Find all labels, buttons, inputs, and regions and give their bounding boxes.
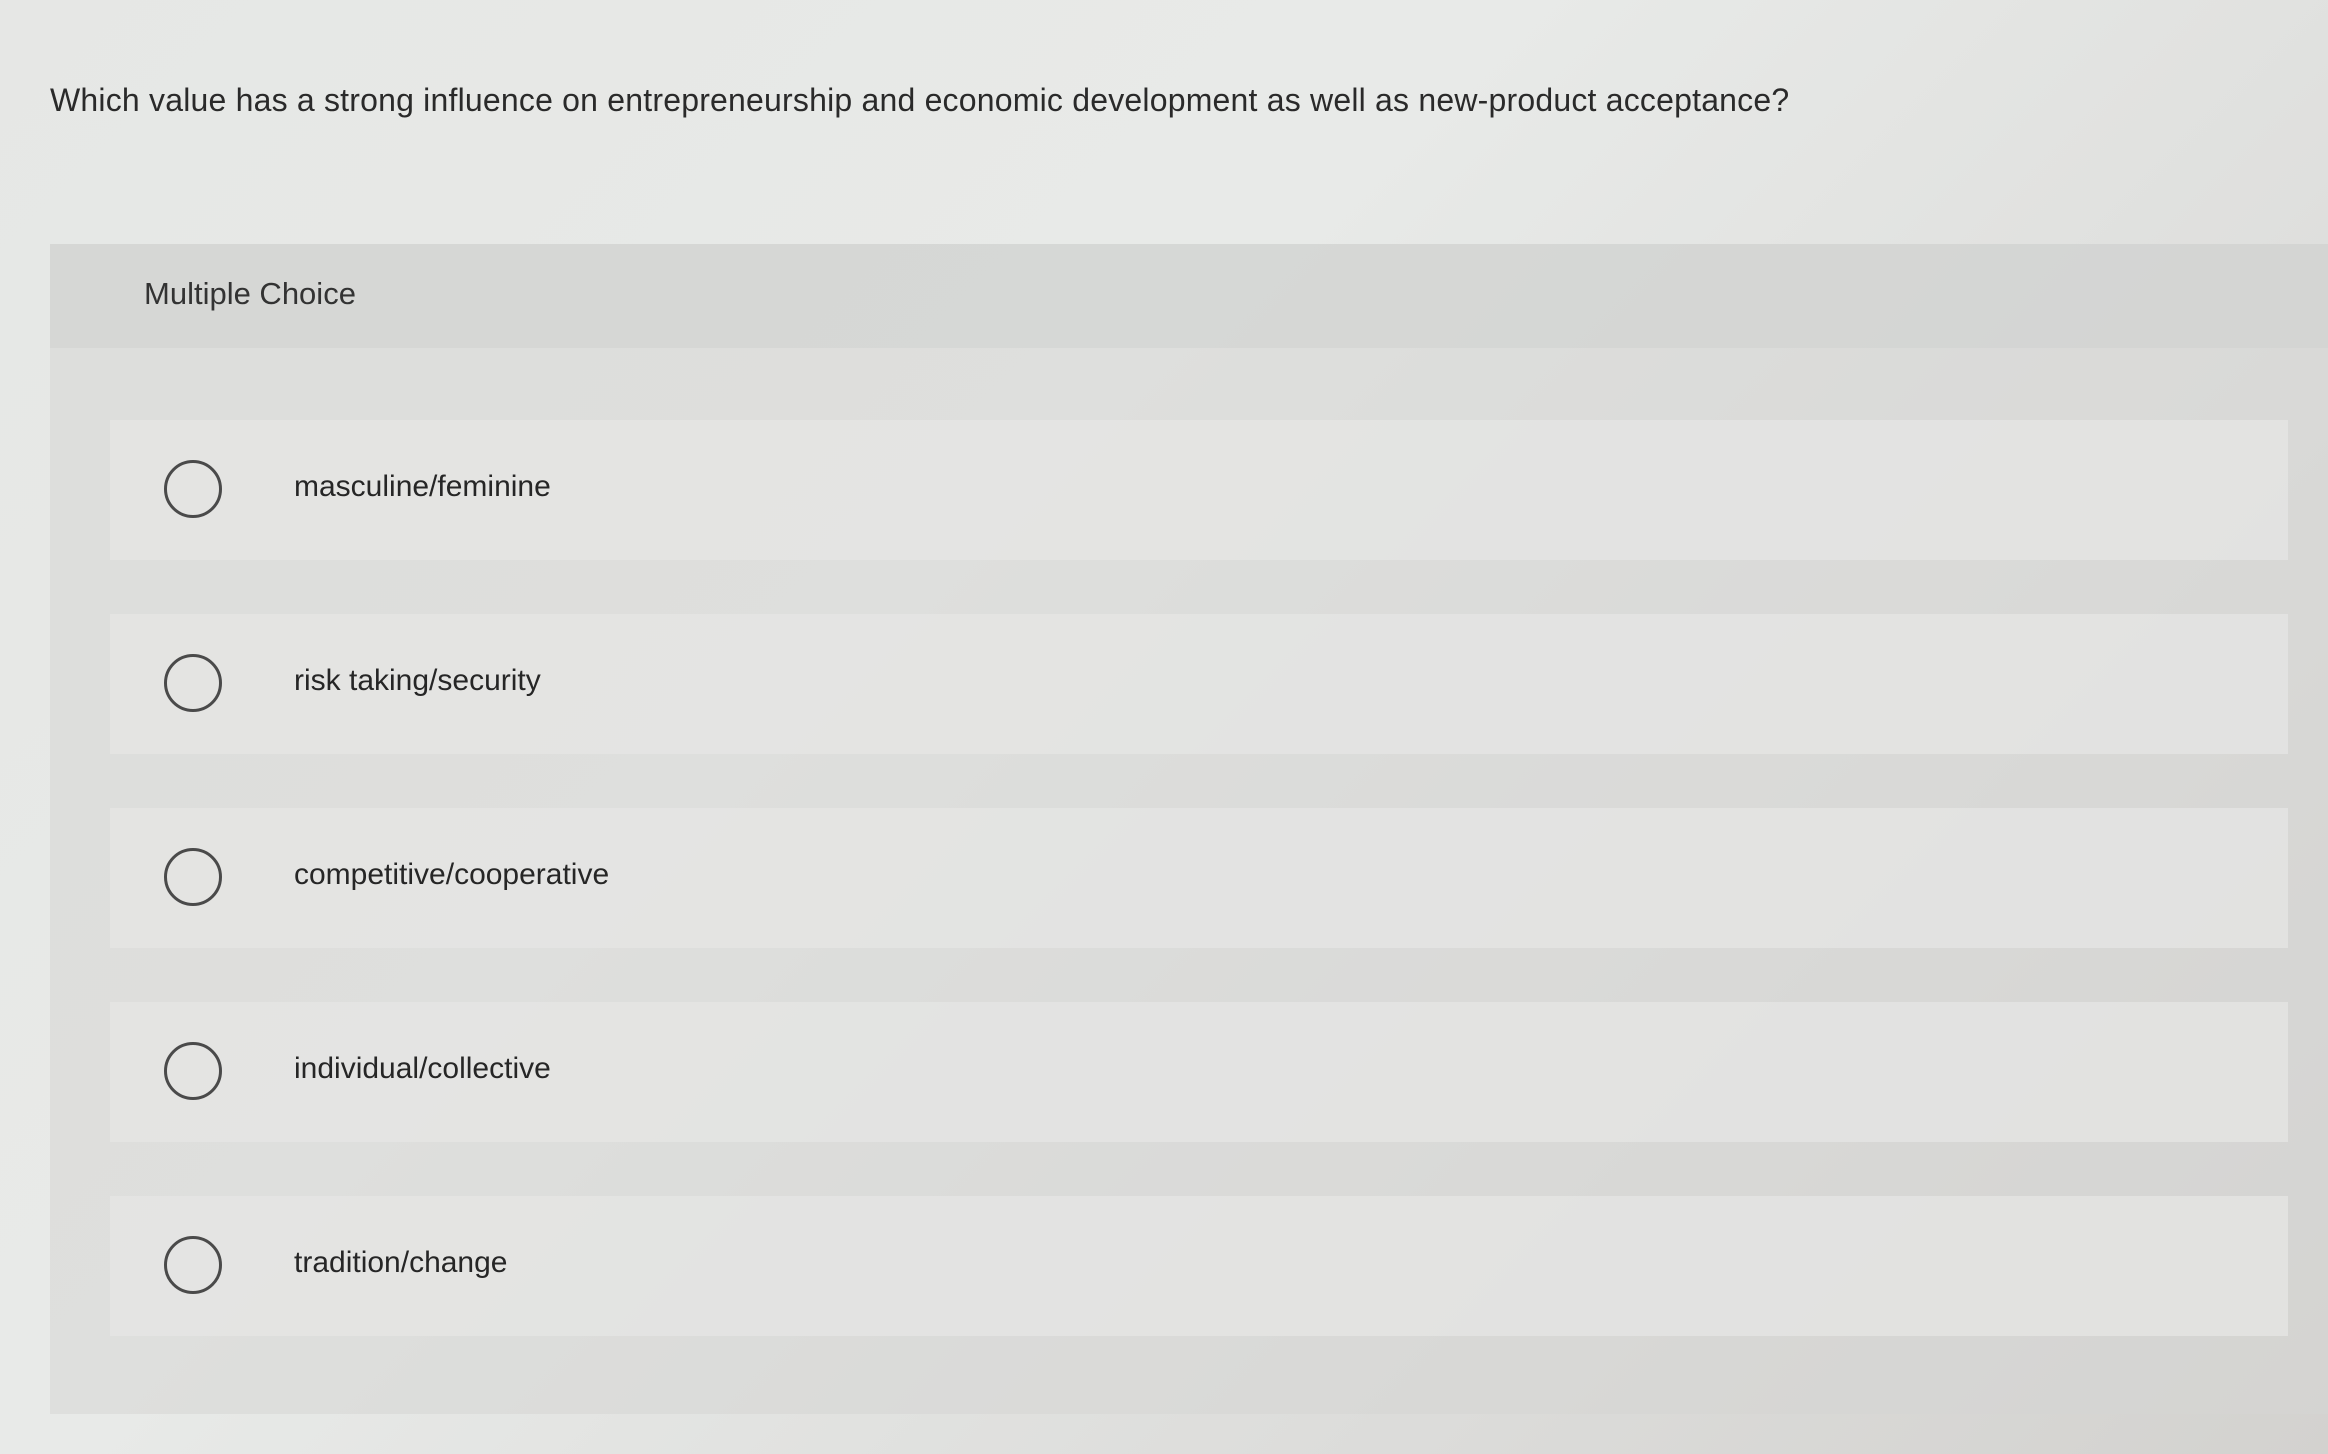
option-label: tradition/change xyxy=(294,1246,508,1279)
option-label: competitive/cooperative xyxy=(294,858,610,891)
question-text: Which value has a strong influence on en… xyxy=(50,82,1790,118)
answer-option-competitive-cooperative[interactable]: competitive/cooperative xyxy=(110,808,2288,948)
radio-button[interactable] xyxy=(164,460,222,518)
option-label: risk taking/security xyxy=(294,664,541,697)
answer-options: masculine/feminine risk taking/security … xyxy=(110,420,2288,1390)
radio-button[interactable] xyxy=(164,654,222,712)
answer-option-individual-collective[interactable]: individual/collective xyxy=(110,1002,2288,1142)
answer-option-masculine-feminine[interactable]: masculine/feminine xyxy=(110,420,2288,560)
radio-button[interactable] xyxy=(164,1042,222,1100)
option-label: individual/collective xyxy=(294,1052,551,1085)
question-type-label: Multiple Choice xyxy=(144,276,356,311)
radio-button[interactable] xyxy=(164,1236,222,1294)
multiple-choice-panel: Multiple Choice masculine/feminine risk … xyxy=(50,244,2328,1414)
radio-button[interactable] xyxy=(164,848,222,906)
answer-option-risk-taking-security[interactable]: risk taking/security xyxy=(110,614,2288,754)
option-label: masculine/feminine xyxy=(294,470,551,503)
panel-header: Multiple Choice xyxy=(50,244,2328,348)
answer-option-tradition-change[interactable]: tradition/change xyxy=(110,1196,2288,1336)
